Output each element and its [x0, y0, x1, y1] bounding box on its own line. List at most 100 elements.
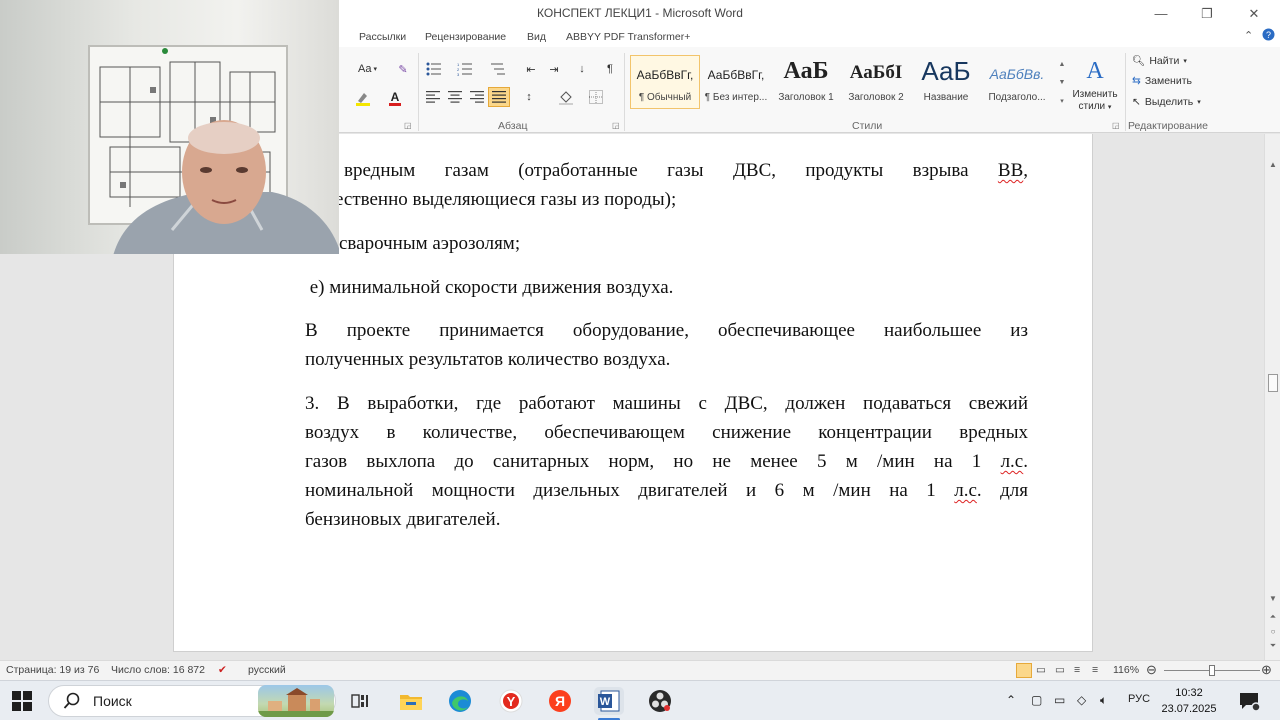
text-line: сварочным аэрозолям;: [339, 233, 521, 254]
style-name: Заголовок 2: [848, 92, 904, 103]
font-size-button[interactable]: Aa ▾: [358, 60, 377, 78]
tab-view[interactable]: Вид: [527, 31, 546, 43]
scroll-thumb[interactable]: [1268, 374, 1278, 392]
highlight-icon[interactable]: [354, 89, 372, 107]
align-center-icon[interactable]: [446, 88, 464, 106]
change-styles-button[interactable]: Изменить стили ▾: [1068, 89, 1122, 114]
shading-icon[interactable]: [557, 88, 575, 106]
task-view-icon[interactable]: [345, 687, 375, 715]
increase-indent-icon[interactable]: ⇥: [545, 60, 563, 78]
search-icon: [63, 692, 80, 709]
find-button[interactable]: 🔍︎ Найти ▾: [1132, 54, 1187, 68]
style-heading-2[interactable]: АаБбI Заголовок 2: [841, 55, 911, 109]
zoom-slider-thumb[interactable]: [1209, 665, 1215, 676]
word-app-icon[interactable]: W: [594, 687, 624, 715]
obs-recorder-icon[interactable]: [645, 687, 675, 715]
decrease-indent-icon[interactable]: ⇤: [522, 60, 540, 78]
spelling-error[interactable]: л.с: [1001, 451, 1024, 472]
style-heading-1[interactable]: АаБ Заголовок 1: [771, 55, 841, 109]
style-normal[interactable]: АаБбВвГг, ¶ Обычный: [630, 55, 700, 109]
input-language[interactable]: РУС: [1128, 693, 1150, 705]
zoom-in-icon[interactable]: ⊕: [1261, 662, 1272, 678]
text-line: е) минимальной скорости движения воздуха…: [305, 277, 674, 298]
tab-abbyy[interactable]: ABBYY PDF Transformer+: [566, 31, 690, 43]
font-dialog-launcher-icon[interactable]: ◲: [404, 121, 412, 130]
numbering-icon[interactable]: 123: [456, 60, 474, 78]
start-windows-icon[interactable]: [12, 691, 32, 711]
borders-icon[interactable]: [587, 88, 605, 106]
tab-mailings[interactable]: Рассылки: [359, 31, 406, 43]
align-right-icon[interactable]: [468, 88, 486, 106]
word-count[interactable]: Число слов: 16 872: [111, 664, 205, 676]
browse-object-icon[interactable]: ○: [1265, 627, 1280, 636]
proofing-icon[interactable]: ✔︎: [218, 664, 227, 676]
draft-view-icon[interactable]: ≡: [1092, 664, 1098, 676]
svg-text:3: 3: [457, 72, 460, 76]
style-title[interactable]: АаБ Название: [911, 55, 981, 109]
multilevel-list-icon[interactable]: [489, 60, 507, 78]
gallery-down-icon[interactable]: ▼: [1059, 79, 1066, 86]
sort-icon[interactable]: ↓: [573, 60, 591, 78]
help-icon[interactable]: ?: [1262, 28, 1275, 44]
full-reading-icon[interactable]: ▭: [1036, 664, 1046, 676]
zoom-level[interactable]: 116%: [1113, 664, 1139, 676]
close-button[interactable]: ✕: [1231, 0, 1277, 27]
paragraph-2[interactable]: сварочным аэрозолям;: [339, 229, 1028, 258]
vertical-scrollbar[interactable]: ▲ ▼ ⏶ ○ ⏷: [1264, 134, 1280, 660]
style-preview: АаБбВвГг,: [707, 68, 765, 82]
restore-button[interactable]: ❐: [1184, 0, 1230, 27]
yandex-letter: Я: [555, 693, 565, 709]
style-name: ¶ Обычный: [638, 92, 692, 103]
styles-gallery-scroll[interactable]: ▲ ▼ ▾: [1056, 55, 1068, 111]
yandex-browser-icon[interactable]: Y: [496, 687, 526, 715]
show-marks-button[interactable]: ¶: [601, 60, 619, 78]
tray-display-icon[interactable]: ▭: [1054, 693, 1065, 707]
minimize-button[interactable]: —: [1138, 0, 1184, 27]
style-no-spacing[interactable]: АаБбВвГг, ¶ Без интер...: [701, 55, 771, 109]
clear-format-icon[interactable]: ✎: [394, 60, 412, 78]
gallery-up-icon[interactable]: ▲: [1059, 61, 1066, 68]
justify-icon[interactable]: [488, 87, 510, 107]
line-spacing-icon[interactable]: ↕: [520, 88, 538, 106]
network-icon[interactable]: ◇: [1077, 693, 1086, 707]
bullets-icon[interactable]: [425, 60, 443, 78]
tray-overflow-icon[interactable]: ⌃: [1006, 693, 1016, 707]
edge-browser-icon[interactable]: [445, 687, 475, 715]
replace-button[interactable]: ⇆ Заменить: [1132, 75, 1192, 87]
yandex-icon[interactable]: Я: [545, 687, 575, 715]
paragraph-3[interactable]: е) минимальной скорости движения воздуха…: [305, 273, 1028, 302]
spelling-error[interactable]: л.с: [954, 480, 977, 501]
style-subtitle[interactable]: АаБбВв. Подзаголо...: [982, 55, 1052, 109]
scroll-down-icon[interactable]: ▼: [1265, 594, 1280, 603]
paragraph-dialog-launcher-icon[interactable]: ◲: [612, 121, 620, 130]
paragraph-1[interactable]: вредным газам (отработанные газы ДВС, пр…: [335, 156, 1028, 214]
styles-dialog-launcher-icon[interactable]: ◲: [1112, 121, 1120, 130]
web-layout-icon[interactable]: ▭: [1055, 664, 1065, 676]
font-color-icon[interactable]: A: [386, 89, 404, 107]
page-count[interactable]: Страница: 19 из 76: [6, 664, 99, 676]
collapse-ribbon-icon[interactable]: ⌃: [1244, 29, 1253, 42]
gallery-more-icon[interactable]: ▾: [1060, 97, 1064, 105]
next-page-icon[interactable]: ⏷: [1265, 641, 1280, 651]
tab-review[interactable]: Рецензирование: [425, 31, 506, 43]
outline-view-icon[interactable]: ≡: [1074, 664, 1080, 676]
change-styles-icon[interactable]: A: [1080, 55, 1110, 85]
notification-icon[interactable]: [1238, 690, 1261, 715]
tray-app-icon[interactable]: ▢: [1031, 693, 1042, 707]
align-left-icon[interactable]: [424, 88, 442, 106]
group-label-editing: Редактирование: [1128, 120, 1208, 132]
paragraph-5[interactable]: 3. В выработки, где работают машины с ДВ…: [305, 389, 1028, 534]
select-button[interactable]: ↖ Выделить ▾: [1132, 96, 1201, 108]
word-letter: W: [600, 696, 611, 708]
spelling-error[interactable]: ВВ: [998, 160, 1023, 181]
volume-icon[interactable]: 🔈︎: [1100, 693, 1107, 708]
language-indicator[interactable]: русский: [248, 664, 286, 676]
zoom-out-icon[interactable]: ⊖: [1146, 662, 1157, 678]
scroll-up-icon[interactable]: ▲: [1265, 160, 1280, 169]
print-layout-icon[interactable]: [1016, 663, 1032, 678]
search-highlight-image[interactable]: [258, 685, 334, 717]
paragraph-4[interactable]: В проекте принимается оборудование, обес…: [305, 316, 1028, 374]
clock[interactable]: 10:32 23.07.2025: [1158, 685, 1220, 717]
file-explorer-icon[interactable]: [396, 687, 426, 715]
prev-page-icon[interactable]: ⏶: [1265, 612, 1280, 622]
